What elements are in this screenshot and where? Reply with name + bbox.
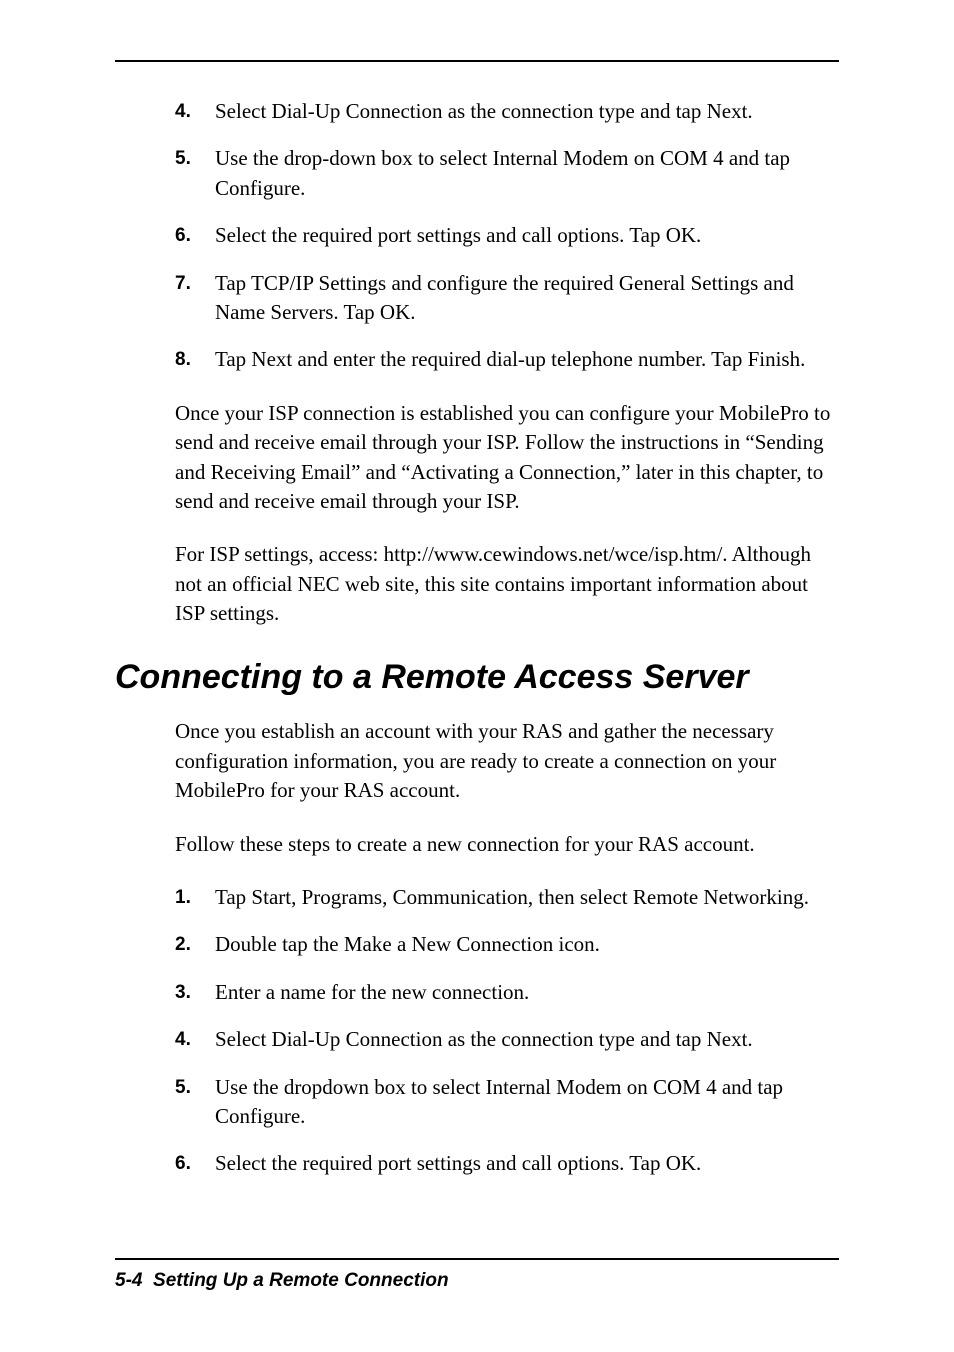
list-item-number: 4. [175,97,215,126]
list-item-number: 5. [175,144,215,203]
list-item: 1. Tap Start, Programs, Communication, t… [175,883,839,912]
list-item: 3. Enter a name for the new connection. [175,978,839,1007]
list-item-text: Use the dropdown box to select Internal … [215,1073,839,1132]
list-item-text: Enter a name for the new connection. [215,978,839,1007]
list-item-text: Tap Next and enter the required dial-up … [215,345,839,374]
ordered-list-1: 4. Select Dial-Up Connection as the conn… [175,97,839,375]
list-item-number: 6. [175,1149,215,1178]
top-horizontal-rule [115,60,839,62]
list-item-number: 3. [175,978,215,1007]
page-footer: 5-4 Setting Up a Remote Connection [115,1258,839,1292]
ordered-list-2: 1. Tap Start, Programs, Communication, t… [175,883,839,1179]
footer-text: 5-4 Setting Up a Remote Connection [115,1270,839,1292]
bottom-horizontal-rule [115,1258,839,1260]
list-item: 6. Select the required port settings and… [175,1149,839,1178]
list-item-number: 2. [175,930,215,959]
list-item-number: 5. [175,1073,215,1132]
section-heading: Connecting to a Remote Access Server [115,658,839,697]
list-item-text: Select the required port settings and ca… [215,1149,839,1178]
list-item: 7. Tap TCP/IP Settings and configure the… [175,269,839,328]
list-item: 6. Select the required port settings and… [175,221,839,250]
body-paragraph: Follow these steps to create a new conne… [175,830,839,859]
footer-title: Setting Up a Remote Connection [153,1270,449,1291]
list-item-number: 1. [175,883,215,912]
list-item: 5. Use the drop-down box to select Inter… [175,144,839,203]
body-paragraph: Once you establish an account with your … [175,717,839,805]
body-paragraph: Once your ISP connection is established … [175,399,839,517]
list-item: 4. Select Dial-Up Connection as the conn… [175,97,839,126]
list-item-text: Select Dial-Up Connection as the connect… [215,1025,839,1054]
list-item: 8. Tap Next and enter the required dial-… [175,345,839,374]
list-item: 2. Double tap the Make a New Connection … [175,930,839,959]
body-paragraph: For ISP settings, access: http://www.cew… [175,540,839,628]
list-item-number: 8. [175,345,215,374]
list-item-text: Double tap the Make a New Connection ico… [215,930,839,959]
page-number: 5-4 [115,1270,142,1291]
list-item-number: 6. [175,221,215,250]
list-item-text: Tap Start, Programs, Communication, then… [215,883,839,912]
main-content: 4. Select Dial-Up Connection as the conn… [115,97,839,1179]
list-item: 4. Select Dial-Up Connection as the conn… [175,1025,839,1054]
list-item-number: 7. [175,269,215,328]
list-item-text: Tap TCP/IP Settings and configure the re… [215,269,839,328]
list-item-text: Use the drop-down box to select Internal… [215,144,839,203]
list-item-number: 4. [175,1025,215,1054]
list-item-text: Select the required port settings and ca… [215,221,839,250]
list-item-text: Select Dial-Up Connection as the connect… [215,97,839,126]
list-item: 5. Use the dropdown box to select Intern… [175,1073,839,1132]
